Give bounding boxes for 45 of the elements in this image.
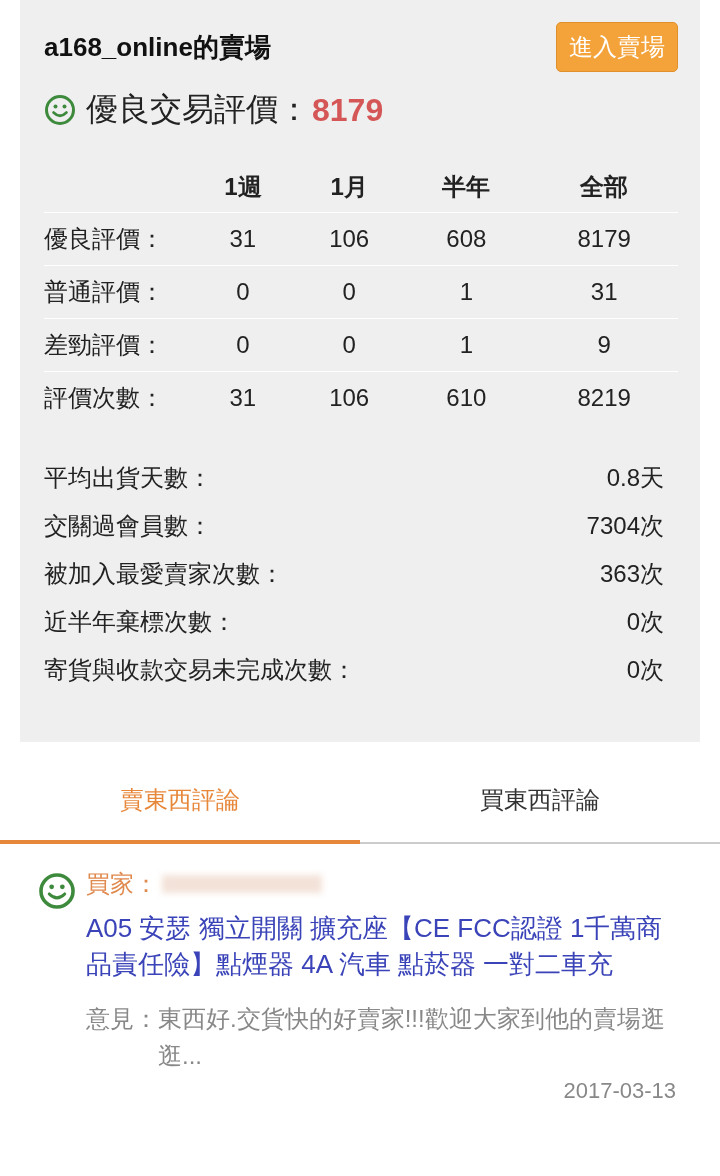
stat-label: 被加入最愛賣家次數： xyxy=(44,559,284,589)
stat-label: 近半年棄標次數： xyxy=(44,607,236,637)
table-cell-text: 0 xyxy=(235,331,251,359)
shop-title: a168_online的賣場 xyxy=(44,30,271,64)
smiley-icon xyxy=(44,94,76,126)
stat-value: 363次 xyxy=(599,559,664,589)
opinion-label: 意見： xyxy=(86,1004,158,1034)
table-cell-text: 31 xyxy=(228,225,258,253)
column-header: 全部 xyxy=(579,172,630,202)
score-label: 優良交易評價： xyxy=(86,90,310,129)
table-cell-text: 31 xyxy=(589,278,619,306)
table-cell-text: 8179 xyxy=(576,225,632,253)
table-cell-text: 31 xyxy=(228,384,258,412)
column-header: 1月 xyxy=(329,172,369,202)
table-cell-text: 0 xyxy=(341,278,357,306)
smiley-icon xyxy=(38,872,76,910)
stat-label: 寄貨與收款交易未完成次數： xyxy=(44,655,356,685)
score-value: 8179 xyxy=(312,91,384,129)
row-label: 評價次數： xyxy=(44,383,165,413)
row-label: 優良評價： xyxy=(44,224,165,254)
table-cell-text: 9 xyxy=(596,331,612,359)
tab[interactable]: 買東西評論 xyxy=(360,742,720,844)
table-cell-text: 106 xyxy=(328,384,371,412)
row-label: 普通評價： xyxy=(44,277,165,307)
table-cell-text: 608 xyxy=(445,225,488,253)
stat-value: 0次 xyxy=(626,607,664,637)
review-date: 2017-03-13 xyxy=(563,1078,676,1103)
stat-label: 平均出貨天數： xyxy=(44,463,212,493)
stat-label: 交關過會員數： xyxy=(44,511,212,541)
table-cell-text: 1 xyxy=(458,331,475,359)
stat-value: 0.8天 xyxy=(606,463,664,493)
opinion-text: 東西好.交貨快的好賣家!!!歡迎大家到他的賣場逛逛... xyxy=(158,1004,666,1071)
table-cell-text: 610 xyxy=(445,384,488,412)
table-cell-text: 0 xyxy=(235,278,251,306)
table-cell-text: 0 xyxy=(341,331,357,359)
row-label: 差勁評價： xyxy=(44,330,165,360)
buyer-label: 買家： xyxy=(86,869,158,899)
column-header: 1週 xyxy=(223,172,263,202)
item-link[interactable]: A05 安瑟 獨立開關 擴充座【CE FCC認證 1千萬商品責任險】點煙器 4A 汽車 點菸器 一對二車充 xyxy=(86,910,676,982)
column-header: 半年 xyxy=(441,172,492,202)
stat-value: 7304次 xyxy=(586,511,664,541)
table-cell-text: 8219 xyxy=(576,384,632,412)
table-cell-text: 106 xyxy=(328,225,371,253)
stat-value: 0次 xyxy=(626,655,664,685)
table-cell-text: 1 xyxy=(458,278,475,306)
